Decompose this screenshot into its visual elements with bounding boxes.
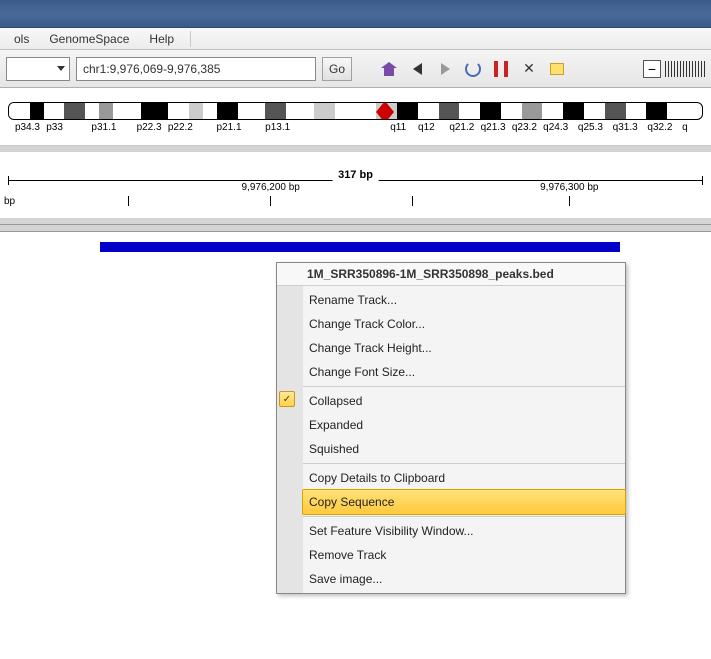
track-separator bbox=[0, 224, 711, 232]
ideogram-band-label: p13.1 bbox=[265, 122, 290, 133]
ruler-span-label: 317 bp bbox=[332, 169, 379, 181]
home-icon bbox=[381, 62, 397, 76]
menubar-separator bbox=[190, 31, 191, 47]
back-button[interactable] bbox=[406, 58, 428, 80]
context-menu-gutter bbox=[277, 286, 303, 593]
context-menu-item[interactable]: Copy Sequence bbox=[302, 489, 626, 515]
ideogram-band-label: p21.1 bbox=[217, 122, 242, 133]
ruler-tick: 9,976,300 bp bbox=[569, 196, 570, 206]
dropdown-arrow-icon bbox=[57, 66, 65, 71]
ideogram-band-label: p34.3 bbox=[15, 122, 40, 133]
refresh-icon bbox=[465, 61, 481, 77]
home-button[interactable] bbox=[378, 58, 400, 80]
context-menu-item[interactable]: Change Track Color... bbox=[303, 312, 625, 336]
context-menu-item[interactable]: Copy Details to Clipboard bbox=[303, 466, 625, 490]
context-menu-divider bbox=[303, 516, 625, 517]
tooltip-button[interactable] bbox=[546, 58, 568, 80]
forward-button[interactable] bbox=[434, 58, 456, 80]
go-button[interactable]: Go bbox=[322, 57, 352, 81]
ideogram-band-label: p22.3 bbox=[137, 122, 162, 133]
triangle-left-icon bbox=[413, 63, 422, 75]
toolbar: Go ✕ − bbox=[0, 50, 711, 88]
context-menu-item[interactable]: Change Font Size... bbox=[303, 360, 625, 384]
context-menu-item[interactable]: Squished bbox=[303, 437, 625, 461]
context-menu-item[interactable]: Save image... bbox=[303, 567, 625, 591]
note-icon bbox=[550, 63, 564, 75]
ideogram-panel: p34.3 p33 p31.1 p22.3 p22.2 p21.1 p13.1 q11 q12 q… bbox=[0, 88, 711, 146]
ideogram-band-label: q21.3 bbox=[481, 122, 506, 133]
ideogram-band-label: q24.3 bbox=[543, 122, 568, 133]
ideogram-band-label: p22.2 bbox=[168, 122, 193, 133]
refresh-button[interactable] bbox=[462, 58, 484, 80]
context-menu-item[interactable]: Set Feature Visibility Window... bbox=[303, 519, 625, 543]
location-input[interactable] bbox=[76, 57, 316, 81]
ideogram-band-label: q23.2 bbox=[512, 122, 537, 133]
context-menu-item[interactable]: Collapsed✓ bbox=[303, 389, 625, 413]
menu-genomespace[interactable]: GenomeSpace bbox=[39, 30, 139, 48]
ideogram-band-label: q25.3 bbox=[578, 122, 603, 133]
ruler-tick bbox=[412, 196, 413, 206]
ideogram-labels: p34.3 p33 p31.1 p22.3 p22.2 p21.1 p13.1 q11 q12 q… bbox=[8, 122, 703, 136]
centromere-icon bbox=[376, 102, 394, 120]
ruler-ticks: 9,976,200 bp 9,976,300 bp bbox=[0, 196, 711, 220]
ruler-tick: 9,976,200 bp bbox=[270, 196, 271, 206]
ideogram[interactable] bbox=[8, 102, 703, 120]
ruler-tick-label: 9,976,200 bp bbox=[241, 182, 299, 193]
ruler-tick bbox=[128, 196, 129, 206]
context-menu-item[interactable]: Expanded bbox=[303, 413, 625, 437]
zoom-ticks-icon bbox=[665, 61, 705, 77]
chromosome-select[interactable] bbox=[6, 57, 70, 81]
track-context-menu: 1M_SRR350896-1M_SRR350898_peaks.bed Rena… bbox=[276, 262, 626, 594]
ruler-panel: 317 bp bp 9,976,200 bp9,976,300 bp bbox=[0, 146, 711, 224]
ideogram-band-label: q12 bbox=[418, 122, 435, 133]
clear-button[interactable]: ✕ bbox=[518, 58, 540, 80]
menu-tools[interactable]: ols bbox=[4, 30, 39, 48]
ideogram-band-label: q32.2 bbox=[647, 122, 672, 133]
window-titlebar bbox=[0, 0, 711, 28]
check-icon: ✓ bbox=[279, 391, 295, 407]
feature-bar[interactable] bbox=[100, 242, 620, 252]
roi-button[interactable] bbox=[490, 58, 512, 80]
context-menu-item[interactable]: Change Track Height... bbox=[303, 336, 625, 360]
ideogram-band-label: q21.2 bbox=[449, 122, 474, 133]
x-icon: ✕ bbox=[523, 60, 535, 77]
ideogram-band-label: q31.3 bbox=[613, 122, 638, 133]
zoom-out-button[interactable]: − bbox=[643, 60, 661, 78]
triangle-right-icon bbox=[441, 63, 450, 75]
context-menu-item[interactable]: Remove Track bbox=[303, 543, 625, 567]
menu-help[interactable]: Help bbox=[139, 30, 184, 48]
ideogram-band-label: p31.1 bbox=[91, 122, 116, 133]
context-menu-item[interactable]: Rename Track... bbox=[303, 288, 625, 312]
ideogram-band-label: p33 bbox=[46, 122, 63, 133]
ruler-tick-label: 9,976,300 bp bbox=[540, 182, 598, 193]
context-menu-header: 1M_SRR350896-1M_SRR350898_peaks.bed bbox=[277, 263, 625, 286]
roi-icon bbox=[494, 61, 508, 77]
context-menu-divider bbox=[303, 386, 625, 387]
zoom-control[interactable]: − bbox=[643, 60, 705, 78]
menubar: ols GenomeSpace Help bbox=[0, 28, 711, 50]
context-menu-divider bbox=[303, 463, 625, 464]
ideogram-band-label: q11 bbox=[390, 122, 406, 133]
ideogram-band-label: q bbox=[682, 122, 688, 133]
